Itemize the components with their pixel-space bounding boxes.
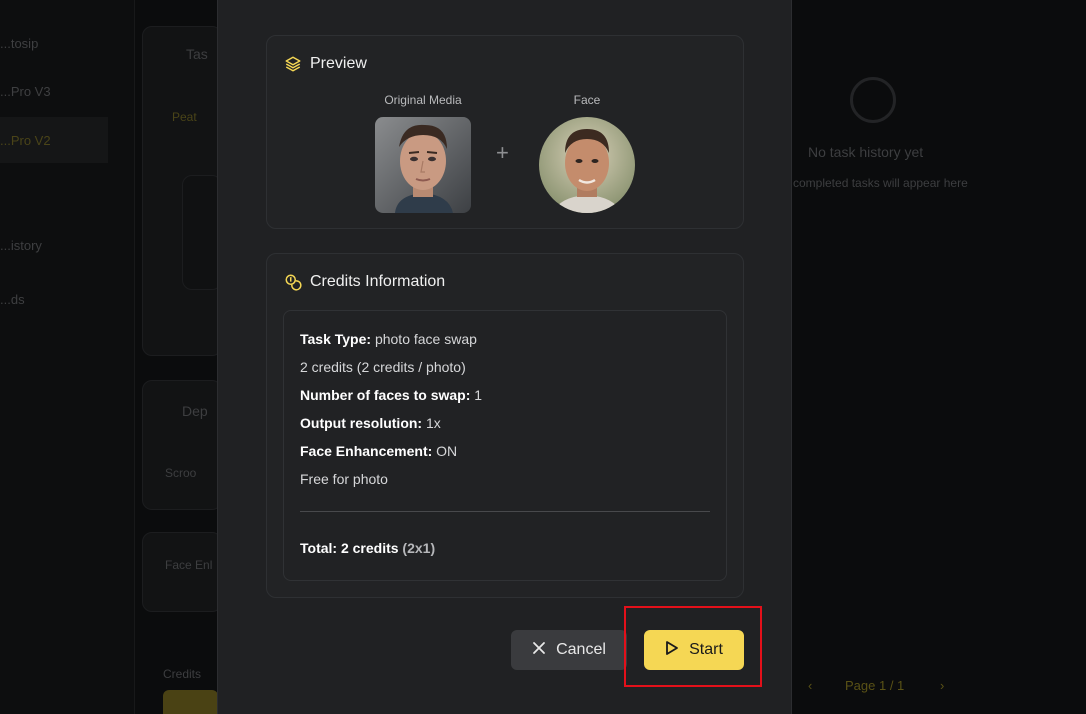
faces-label: Number of faces to swap: — [300, 387, 471, 403]
task-panel-title: Tas — [186, 46, 208, 62]
preview-card: Preview Original Media + Face — [266, 35, 744, 229]
enhancement-line: Face Enhancement: ON — [300, 443, 457, 459]
pager-prev-icon[interactable]: ‹ — [808, 678, 812, 693]
cancel-button[interactable]: Cancel — [511, 630, 627, 670]
sidebar: ...tosip ...Pro V3 ...Pro V2 ...istory .… — [0, 0, 135, 714]
pager-next-icon[interactable]: › — [940, 678, 944, 693]
plus-icon: + — [496, 140, 509, 165]
start-label: Start — [689, 641, 723, 658]
layers-icon — [284, 55, 302, 73]
sidebar-item[interactable]: ...tosip — [0, 36, 38, 51]
options-panel-title: Dep — [182, 403, 208, 419]
total-label: Total: 2 credits — [300, 540, 399, 556]
faces-value: 1 — [470, 387, 483, 403]
resolution-value: 1x — [422, 415, 441, 431]
play-icon — [665, 640, 679, 661]
face-image — [539, 117, 635, 213]
history-empty-title: No task history yet — [808, 144, 924, 160]
history-clock-icon — [850, 77, 896, 123]
task-type-value: photo face swap — [371, 331, 477, 347]
options-panel-text: Scroo — [165, 466, 197, 480]
total-detail: (2x1) — [398, 540, 436, 556]
upload-area[interactable] — [182, 175, 222, 290]
credits-details: Task Type: photo face swap 2 credits (2 … — [283, 310, 727, 581]
background-start-button[interactable] — [163, 690, 218, 714]
sidebar-item[interactable]: ...istory — [0, 238, 42, 253]
face-swap-confirm-modal: Preview Original Media + Face Credits In… — [217, 0, 792, 714]
free-note: Free for photo — [300, 471, 388, 487]
faces-line: Number of faces to swap: 1 — [300, 387, 482, 403]
face-label: Face — [573, 93, 601, 107]
enhance-panel — [142, 532, 222, 612]
divider — [300, 511, 710, 512]
resolution-label: Output resolution: — [300, 415, 423, 431]
credits-label: Credits — [163, 667, 202, 681]
enhancement-label: Face Enhancement: — [300, 443, 433, 459]
total-line: Total: 2 credits (2x1) — [300, 540, 435, 556]
cancel-label: Cancel — [556, 641, 606, 658]
history-empty-subtitle: completed tasks will appear here — [793, 176, 968, 190]
task-type-label: Task Type: — [300, 331, 372, 347]
credits-header: Credits Information — [284, 273, 445, 291]
face-column: Face — [539, 93, 635, 213]
credits-title: Credits Information — [310, 273, 446, 290]
original-media-column: Original Media — [375, 93, 471, 213]
preview-header: Preview — [284, 55, 367, 73]
original-media-label: Original Media — [384, 93, 462, 107]
original-media-image — [375, 117, 471, 213]
close-icon — [532, 641, 546, 660]
credits-rate: 2 credits (2 credits / photo) — [300, 359, 466, 375]
sidebar-item[interactable]: ...Pro V2 — [0, 133, 51, 148]
options-panel — [142, 380, 222, 510]
preview-title: Preview — [310, 55, 367, 72]
enhancement-value: ON — [432, 443, 458, 459]
task-panel-tab[interactable]: Peat — [172, 110, 197, 124]
enhance-panel-text: Face Enl — [165, 558, 213, 572]
credits-card: Credits Information Task Type: photo fac… — [266, 253, 744, 598]
task-type-line: Task Type: photo face swap — [300, 331, 477, 347]
sidebar-item[interactable]: ...Pro V3 — [0, 84, 51, 99]
start-button[interactable]: Start — [644, 630, 744, 670]
pager-text: Page 1 / 1 — [845, 678, 905, 693]
sidebar-item[interactable]: ...ds — [0, 292, 25, 307]
resolution-line: Output resolution: 1x — [300, 415, 441, 431]
coins-icon — [284, 273, 302, 291]
